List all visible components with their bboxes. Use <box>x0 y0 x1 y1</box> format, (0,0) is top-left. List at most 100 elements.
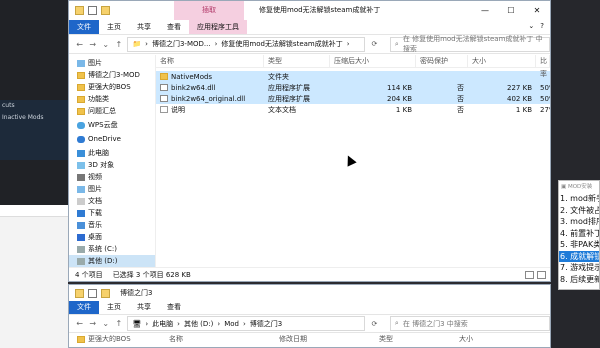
refresh-icon[interactable]: ⟳ <box>369 40 380 48</box>
sidebar-item[interactable]: 文档 <box>69 195 155 207</box>
table-row[interactable]: NativeMods 文件夹 <box>156 71 550 82</box>
recent-dropdown-icon[interactable]: ⌄ <box>101 40 110 49</box>
breadcrumb[interactable]: 其他 (D:) <box>184 319 213 329</box>
column-header-date[interactable]: 修改日期 <box>275 334 375 344</box>
folder-icon[interactable] <box>75 6 84 15</box>
overlay-title: ▣ MOD安装 <box>561 184 593 190</box>
app-icon: ▣ <box>561 184 568 190</box>
up-button[interactable]: ↑ <box>114 319 123 328</box>
sidebar-item[interactable]: 功能类 <box>69 93 155 105</box>
minimize-button[interactable]: — <box>472 1 498 20</box>
folder-icon <box>160 73 168 80</box>
new-folder-icon[interactable] <box>101 288 110 298</box>
column-header-type[interactable]: 类型 <box>264 55 330 67</box>
cloud-icon <box>77 121 85 129</box>
chevron-down-icon[interactable]: ⌄ <box>528 22 534 30</box>
ribbon-tabs: 文件 主页 共享 查看 应用程序工具 ⌄ ? <box>69 20 550 34</box>
explorer-window: 插取 修复使用mod无法解锁steam成就补丁 — ☐ ✕ 文件 主页 共享 查… <box>68 0 551 282</box>
ribbon-tabs-2: 文件 主页 共享 查看 <box>69 301 550 314</box>
column-header-size[interactable]: 大小 <box>455 334 515 344</box>
folder-icon <box>77 95 85 103</box>
video-icon <box>77 173 85 181</box>
column-header-type[interactable]: 类型 <box>375 334 455 344</box>
text-file-icon <box>160 106 168 113</box>
sidebar-item[interactable]: OneDrive <box>69 133 155 145</box>
back-button[interactable]: ← <box>75 40 84 49</box>
breadcrumb[interactable]: 博德之门3-MOD... <box>152 39 211 49</box>
sidebar-item[interactable]: 此电脑 <box>69 147 155 159</box>
new-folder-icon[interactable] <box>101 6 110 15</box>
address-bar[interactable]: 🖥 › 此电脑 › 其他 (D:) › Mod › 博德之门3 <box>127 316 365 331</box>
close-button[interactable]: ✕ <box>524 1 550 20</box>
back-button[interactable]: ← <box>75 319 84 328</box>
search-input[interactable]: ⌕ 在 修复使用mod无法解锁steam成就补丁 中搜索 <box>389 35 550 53</box>
tab-home[interactable]: 主页 <box>99 20 129 34</box>
column-header-ratio[interactable]: 比率 <box>536 55 550 78</box>
breadcrumb[interactable]: Mod <box>224 320 239 328</box>
window-controls: — ☐ ✕ <box>472 1 550 20</box>
recent-dropdown-icon[interactable]: ⌄ <box>101 319 110 328</box>
table-row[interactable]: bink2w64_original.dll 应用程序扩展 204 KB 否 40… <box>156 93 550 104</box>
desktop-icon <box>77 233 85 241</box>
tab-file[interactable]: 文件 <box>69 20 99 34</box>
column-header-protected[interactable]: 密码保护 <box>416 55 468 67</box>
help-icon[interactable]: ? <box>540 22 544 30</box>
tab-view[interactable]: 查看 <box>159 301 189 314</box>
tab-home[interactable]: 主页 <box>99 301 129 314</box>
tab-share[interactable]: 共享 <box>129 20 159 34</box>
cube-icon <box>77 161 85 169</box>
sidebar-item[interactable]: 问题汇总 <box>69 105 155 117</box>
up-button[interactable]: ↑ <box>114 40 123 49</box>
explorer-window-2: 博德之门3 文件 主页 共享 查看 ← → ⌄ ↑ 🖥 › 此电脑 › 其他 (… <box>68 284 551 348</box>
column-header-name[interactable]: 名称 <box>165 334 275 344</box>
search-input[interactable]: ⌕ 在 博德之门3 中搜索 <box>389 316 550 331</box>
sidebar-item[interactable]: 博德之门3-MOD <box>69 69 155 81</box>
dll-icon <box>160 84 168 91</box>
sidebar-item[interactable]: 下载 <box>69 207 155 219</box>
sidebar-item[interactable]: 图片 <box>69 57 155 69</box>
selection-info: 已选择 3 个项目 628 KB <box>112 270 191 279</box>
forward-button[interactable]: → <box>88 40 97 49</box>
sidebar-item[interactable]: 视频 <box>69 171 155 183</box>
properties-icon[interactable] <box>88 288 97 298</box>
sidebar-item[interactable]: 图片 <box>69 183 155 195</box>
title-bar-2: 博德之门3 <box>69 285 550 301</box>
drive-icon <box>77 245 85 253</box>
sidebar-item[interactable]: 桌面 <box>69 231 155 243</box>
sidebar-item[interactable]: 更强大的BOS <box>69 333 165 345</box>
tab-view[interactable]: 查看 <box>159 20 189 34</box>
extract-context-tab[interactable]: 插取 <box>174 1 244 20</box>
forward-button[interactable]: → <box>88 319 97 328</box>
tab-app-tools[interactable]: 应用程序工具 <box>189 20 247 34</box>
sidebar-item[interactable]: WPS云盘 <box>69 119 155 131</box>
breadcrumb[interactable]: 修复使用mod无法解锁steam成就补丁 <box>221 39 342 49</box>
folder-icon[interactable] <box>75 288 84 298</box>
breadcrumb[interactable]: 此电脑 <box>152 319 173 329</box>
tab-share[interactable]: 共享 <box>129 301 159 314</box>
table-row[interactable]: 说明 文本文档 1 KB 否 1 KB 27% <box>156 104 550 115</box>
column-header-name[interactable]: 名称 <box>156 55 264 67</box>
column-header-compressed[interactable]: 压缩后大小 <box>330 55 416 67</box>
left-mod-manager-panel: cuts Inactive Mods <box>0 100 68 160</box>
properties-icon[interactable] <box>88 6 97 15</box>
sidebar-item[interactable]: 3D 对象 <box>69 159 155 171</box>
document-icon <box>77 197 85 205</box>
tab-file[interactable]: 文件 <box>69 301 99 314</box>
folder-icon <box>77 83 85 91</box>
status-bar: 4 个项目 已选择 3 个项目 628 KB <box>69 267 550 281</box>
sidebar-item[interactable]: 更强大的BOS <box>69 81 155 93</box>
sidebar-item[interactable]: 音乐 <box>69 219 155 231</box>
details-view-icon[interactable] <box>525 270 534 279</box>
large-icons-view-icon[interactable] <box>537 270 546 279</box>
column-header-size[interactable]: 大小 <box>468 55 536 67</box>
left-panel-item: Inactive Mods <box>2 114 44 121</box>
ribbon-right-controls: ⌄ ? <box>528 22 544 30</box>
address-bar[interactable]: 📁 › 博德之门3-MOD... › 修复使用mod无法解锁steam成就补丁 … <box>127 36 365 52</box>
sidebar-item[interactable]: 其他 (D:) <box>69 255 155 267</box>
breadcrumb[interactable]: 博德之门3 <box>250 319 282 329</box>
overlay-line-highlighted: 6. 成就解锁 <box>559 250 599 262</box>
sidebar-item[interactable]: 系统 (C:) <box>69 243 155 255</box>
table-row[interactable]: bink2w64.dll 应用程序扩展 114 KB 否 227 KB 50% <box>156 82 550 93</box>
maximize-button[interactable]: ☐ <box>498 1 524 20</box>
refresh-icon[interactable]: ⟳ <box>369 320 380 328</box>
